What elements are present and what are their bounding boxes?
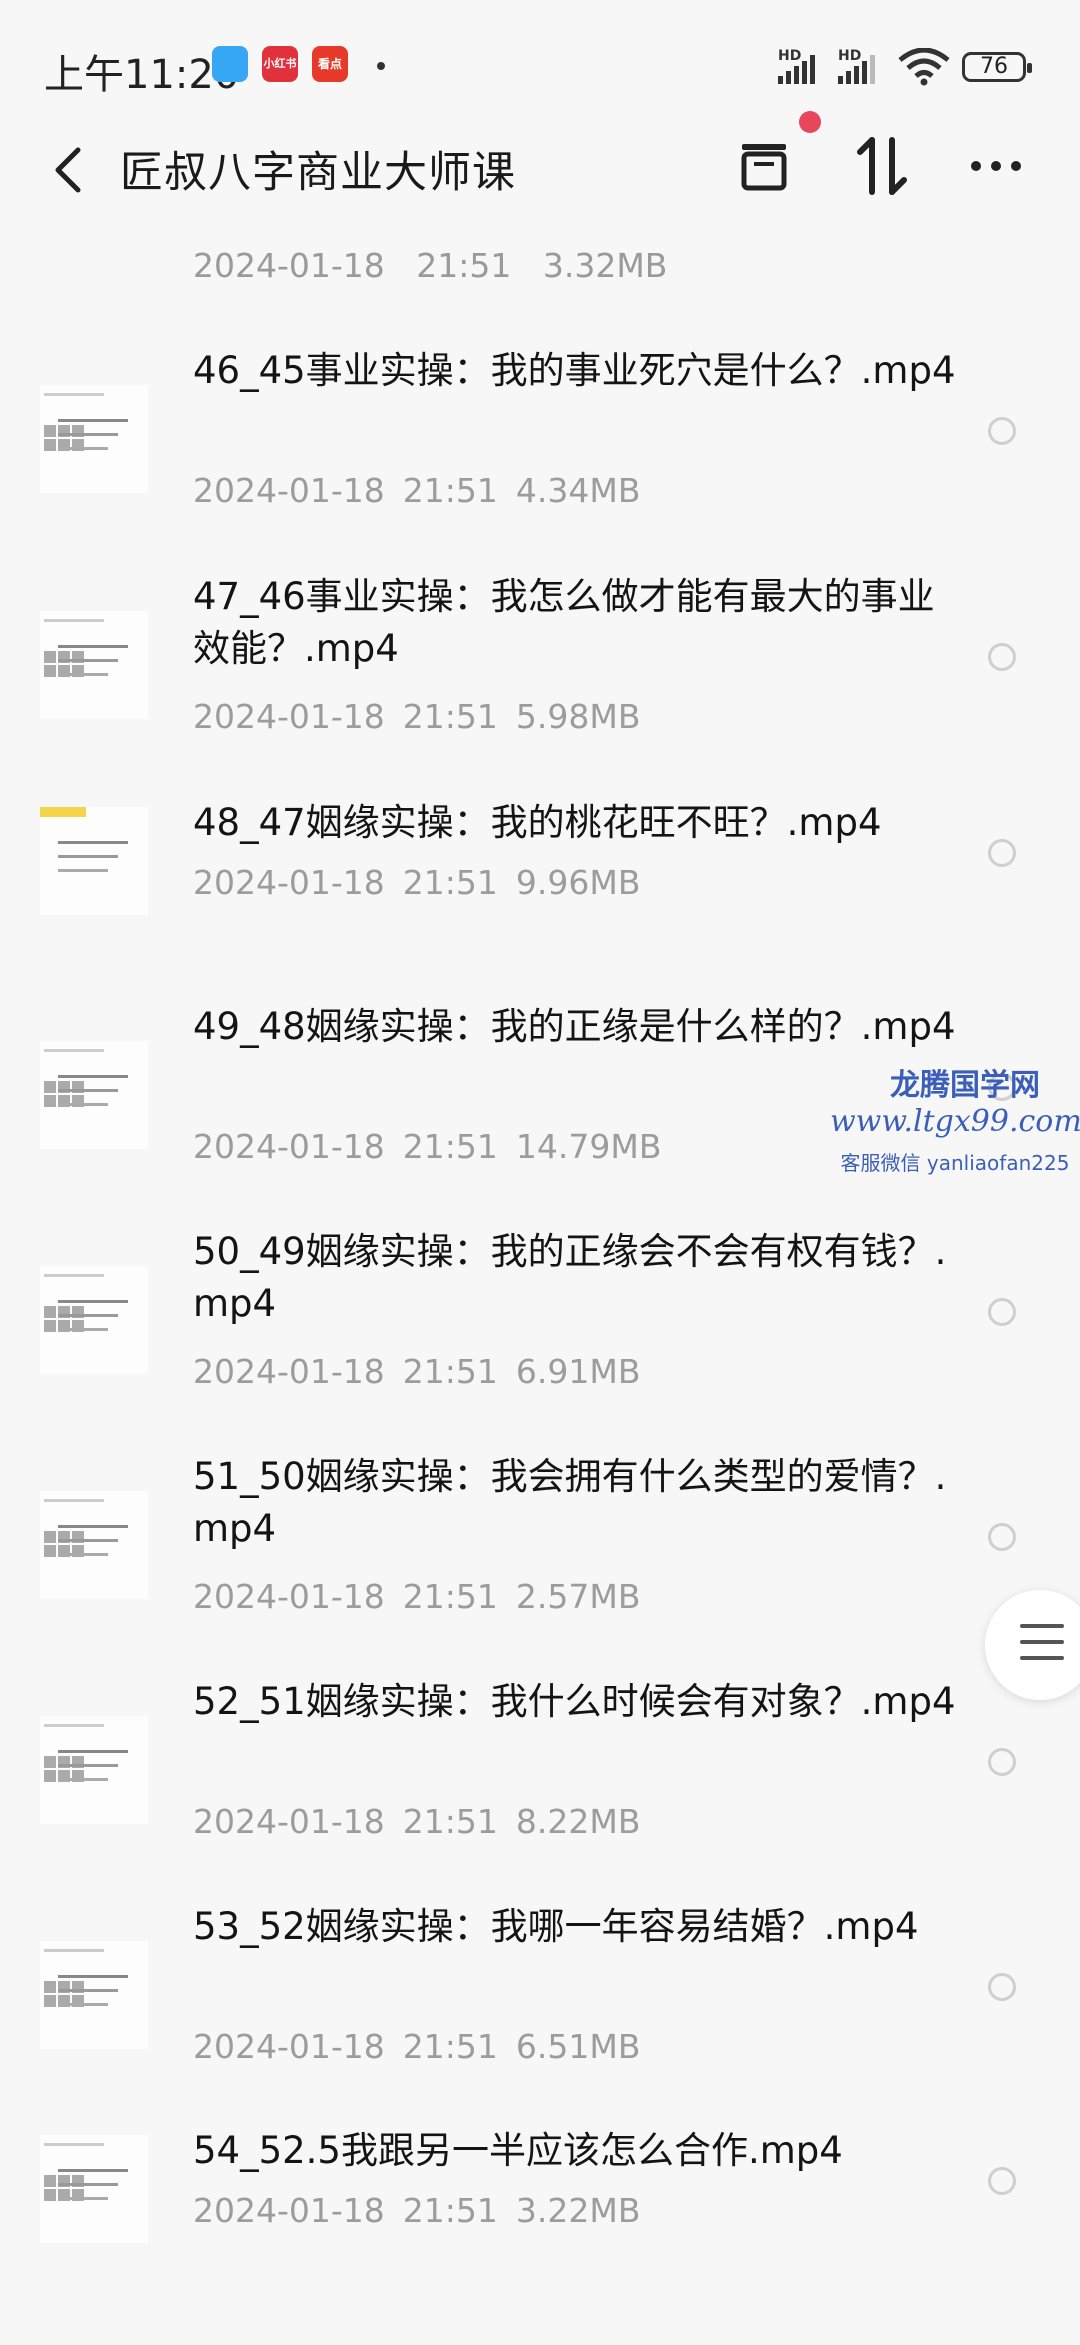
file-time: 21:51 — [402, 2191, 498, 2230]
file-meta: 2024-01-18 21:51 14.79MB — [193, 1127, 679, 1166]
video-thumbnail — [40, 2135, 148, 2243]
menu-line — [1020, 1656, 1064, 1660]
notification-dot — [377, 62, 385, 70]
select-radio[interactable] — [988, 2167, 1016, 2195]
file-name: 53_52姻缘实操：我哪一年容易结婚？.mp4 — [193, 1905, 919, 1948]
file-name: 54_52.5我跟另一半应该怎么合作.mp4 — [193, 2129, 843, 2172]
file-size: 6.51MB — [515, 2027, 641, 2066]
file-size: 9.96MB — [515, 863, 641, 902]
file-date: 2024-01-18 — [193, 697, 385, 736]
file-list-item[interactable]: 53_52姻缘实操：我哪一年容易结婚？.mp4 2024-01-18 21:51 6.… — [0, 1901, 1080, 2121]
file-size: 14.79MB — [515, 1127, 662, 1166]
more-options-icon[interactable] — [966, 136, 1026, 196]
file-meta: 2024-01-18 21:51 6.51MB — [193, 2027, 658, 2066]
file-size: 3.32MB — [542, 246, 668, 285]
file-time: 21:51 — [402, 2027, 498, 2066]
watermark-title: 龙腾国学网 — [890, 1068, 1040, 1103]
wifi-icon — [898, 48, 950, 86]
watermark: 龙腾国学网 www.ltgx99.com 客服微信 yanliaofan225 — [830, 1060, 1080, 1176]
file-list-item[interactable]: 50_49姻缘实操：我的正缘会不会有权有钱？.mp4 2024-01-18 21:5… — [0, 1226, 1080, 1446]
file-time: 21:51 — [416, 246, 512, 285]
file-date: 2024-01-18 — [193, 1127, 385, 1166]
partial-item-meta: 2024-01-18 21:51 3.32MB — [193, 246, 667, 285]
file-name: 46_45事业实操：我的事业死穴是什么？.mp4 — [193, 349, 956, 392]
select-radio[interactable] — [988, 1748, 1016, 1776]
file-date: 2024-01-18 — [193, 2191, 385, 2230]
file-date: 2024-01-18 — [193, 863, 385, 902]
file-date: 2024-01-18 — [193, 1352, 385, 1391]
file-date: 2024-01-18 — [193, 2027, 385, 2066]
status-bar: 上午11:20 小红书 看点 HD HD 76 — [0, 0, 1080, 130]
file-size: 4.34MB — [515, 471, 641, 510]
file-size: 2.57MB — [515, 1577, 641, 1616]
kandian-icon: 看点 — [312, 46, 348, 82]
sort-icon[interactable] — [852, 136, 912, 196]
file-time: 21:51 — [402, 1352, 498, 1391]
file-name: 47_46事业实操：我怎么做才能有最大的事业效能？.mp4 — [193, 575, 935, 670]
file-size: 8.22MB — [515, 1802, 641, 1841]
watermark-contact: 客服微信 yanliaofan225 — [840, 1151, 1070, 1175]
file-time: 21:51 — [402, 697, 498, 736]
video-thumbnail — [40, 1491, 148, 1599]
battery-indicator: 76 — [962, 52, 1032, 82]
file-size: 6.91MB — [515, 1352, 641, 1391]
file-list-item[interactable]: 48_47姻缘实操：我的桃花旺不旺？.mp4 2024-01-18 21:51 9.9… — [0, 797, 1080, 1017]
status-time: 上午11:20 — [44, 52, 240, 98]
signal-icon — [778, 55, 815, 84]
video-thumbnail — [40, 1716, 148, 1824]
file-list-item[interactable]: 47_46事业实操：我怎么做才能有最大的事业效能？.mp4 2024-01-18 2… — [0, 571, 1080, 791]
file-list-item[interactable]: 46_45事业实操：我的事业死穴是什么？.mp4 2024-01-18 21:51 4… — [0, 345, 1080, 565]
file-time: 21:51 — [402, 863, 498, 902]
file-meta: 2024-01-18 21:51 3.22MB — [193, 2191, 658, 2230]
notification-badge — [799, 111, 821, 133]
video-thumbnail — [40, 611, 148, 719]
file-date: 2024-01-18 — [193, 246, 385, 285]
file-meta: 2024-01-18 21:51 9.96MB — [193, 863, 658, 902]
video-thumbnail — [40, 385, 148, 493]
file-name: 51_50姻缘实操：我会拥有什么类型的爱情？.mp4 — [193, 1455, 947, 1550]
select-radio[interactable] — [988, 417, 1016, 445]
file-meta: 2024-01-18 21:51 4.34MB — [193, 471, 658, 510]
page-title: 匠叔八字商业大师课 — [120, 148, 516, 198]
select-radio[interactable] — [988, 1298, 1016, 1326]
xiaohongshu-icon: 小红书 — [262, 46, 298, 82]
file-date: 2024-01-18 — [193, 1577, 385, 1616]
app-notification-icon — [212, 46, 248, 82]
menu-line — [1020, 1624, 1064, 1628]
file-meta: 2024-01-18 21:51 5.98MB — [193, 697, 658, 736]
archive-icon[interactable] — [734, 136, 794, 196]
file-name: 50_49姻缘实操：我的正缘会不会有权有钱？.mp4 — [193, 1230, 947, 1325]
file-time: 21:51 — [402, 471, 498, 510]
file-date: 2024-01-18 — [193, 471, 385, 510]
video-thumbnail — [40, 807, 148, 915]
signal-icon-2 — [838, 55, 875, 84]
file-time: 21:51 — [402, 1802, 498, 1841]
video-thumbnail — [40, 1266, 148, 1374]
select-radio[interactable] — [988, 839, 1016, 867]
file-list-item[interactable]: 51_50姻缘实操：我会拥有什么类型的爱情？.mp4 2024-01-18 21:5… — [0, 1451, 1080, 1671]
file-list-item[interactable]: 54_52.5我跟另一半应该怎么合作.mp4 2024-01-18 21:51 3.2… — [0, 2125, 1080, 2345]
file-meta: 2024-01-18 21:51 6.91MB — [193, 1352, 658, 1391]
file-size: 3.22MB — [515, 2191, 641, 2230]
video-thumbnail — [40, 1941, 148, 2049]
select-radio[interactable] — [988, 643, 1016, 671]
file-date: 2024-01-18 — [193, 1802, 385, 1841]
file-time: 21:51 — [402, 1577, 498, 1616]
select-radio[interactable] — [988, 1523, 1016, 1551]
file-time: 21:51 — [402, 1127, 498, 1166]
select-radio[interactable] — [988, 1973, 1016, 2001]
video-thumbnail — [40, 1041, 148, 1149]
menu-line — [1020, 1640, 1064, 1644]
file-name: 48_47姻缘实操：我的桃花旺不旺？.mp4 — [193, 801, 882, 844]
file-meta: 2024-01-18 21:51 2.57MB — [193, 1577, 658, 1616]
file-name: 52_51姻缘实操：我什么时候会有对象？.mp4 — [193, 1680, 956, 1723]
file-meta: 2024-01-18 21:51 8.22MB — [193, 1802, 658, 1841]
watermark-url: www.ltgx99.com — [830, 1104, 1080, 1139]
file-list-item[interactable]: 52_51姻缘实操：我什么时候会有对象？.mp4 2024-01-18 21:51 8… — [0, 1676, 1080, 1896]
file-name: 49_48姻缘实操：我的正缘是什么样的？.mp4 — [193, 1005, 956, 1048]
back-arrow-icon[interactable] — [40, 130, 100, 210]
file-size: 5.98MB — [515, 697, 641, 736]
